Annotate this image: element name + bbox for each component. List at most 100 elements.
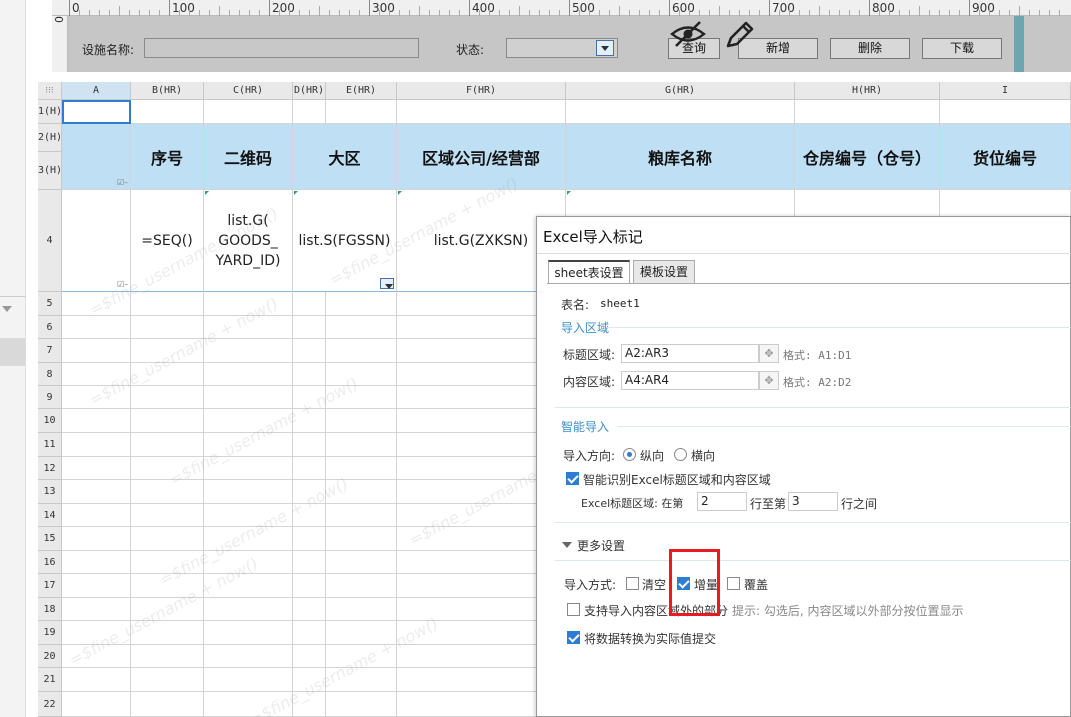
grid-cell[interactable] (326, 692, 397, 717)
grid-cell[interactable] (293, 551, 326, 574)
grid-cell[interactable] (326, 457, 397, 480)
grid-cell[interactable] (204, 692, 293, 717)
grid-cell[interactable] (204, 504, 293, 527)
grid-cell[interactable] (293, 692, 326, 717)
grid-cell[interactable] (326, 551, 397, 574)
grid-cell[interactable] (62, 292, 131, 316)
tab-template-settings[interactable]: 模板设置 (633, 260, 695, 284)
grid-cell[interactable] (795, 100, 940, 124)
grid-corner-icon[interactable]: ⁝⁝⁝ (38, 82, 62, 100)
header-cell-seq[interactable]: 序号 (131, 124, 204, 190)
grid-cell[interactable] (62, 527, 131, 551)
collapse-arrow-icon[interactable] (562, 542, 572, 548)
grid-cell[interactable] (131, 100, 204, 124)
formula-cell-seq[interactable]: =SEQ() (131, 190, 204, 292)
row-header[interactable]: 12 (38, 457, 62, 480)
delete-button[interactable]: 删除 (830, 38, 910, 59)
grid-cell[interactable] (131, 668, 204, 692)
grid-cell[interactable] (293, 598, 326, 621)
grid-cell[interactable] (326, 480, 397, 504)
grid-cell[interactable] (62, 504, 131, 527)
panel-scroll-edge[interactable] (1014, 16, 1024, 72)
row-header[interactable]: 15 (38, 527, 62, 551)
support-outside-checkbox[interactable] (567, 603, 580, 616)
grid-cell[interactable] (131, 621, 204, 645)
row-from-input[interactable]: 2 (697, 492, 747, 511)
move-icon[interactable]: ✥ (759, 344, 779, 363)
header-cell-cargo[interactable]: 货位编号 (940, 124, 1071, 190)
grid-cell[interactable] (131, 363, 204, 386)
grid-cell[interactable] (293, 645, 326, 668)
grid-cell[interactable] (326, 316, 397, 339)
convert-actual-checkbox[interactable] (567, 631, 580, 644)
grid-cell[interactable] (326, 574, 397, 598)
grid-cell[interactable] (62, 645, 131, 668)
grid-cell[interactable] (204, 574, 293, 598)
grid-cell[interactable] (204, 551, 293, 574)
grid-cell[interactable] (293, 292, 326, 316)
grid-cell[interactable] (293, 339, 326, 363)
grid-cell[interactable] (62, 668, 131, 692)
grid-cell[interactable] (131, 598, 204, 621)
grid-cell[interactable] (326, 386, 397, 409)
row-header[interactable]: 6 (38, 316, 62, 339)
grid-cell[interactable] (204, 645, 293, 668)
status-dropdown-icon[interactable] (596, 40, 614, 56)
row-header[interactable]: 13 (38, 480, 62, 504)
direction-vertical-radio[interactable] (623, 448, 636, 461)
grid-cell[interactable] (62, 100, 131, 124)
row-header[interactable]: 20 (38, 645, 62, 668)
row-header[interactable]: 1(H) (38, 100, 62, 124)
column-header[interactable]: E(HR) (326, 82, 397, 100)
grid-cell[interactable] (131, 692, 204, 717)
header-cell-company[interactable]: 区域公司/经营部 (397, 124, 566, 190)
column-header[interactable]: D(HR) (293, 82, 326, 100)
row-header[interactable]: 7 (38, 339, 62, 363)
formula-cell-region[interactable]: list.S(FGSSN) (293, 190, 397, 292)
grid-cell[interactable] (62, 433, 131, 457)
grid-cell[interactable] (326, 668, 397, 692)
grid-cell[interactable] (204, 480, 293, 504)
grid-cell[interactable] (62, 363, 131, 386)
grid-cell[interactable] (131, 574, 204, 598)
row-header[interactable]: 11 (38, 433, 62, 457)
grid-cell[interactable] (204, 457, 293, 480)
row-header[interactable]: 14 (38, 504, 62, 527)
title-area-input[interactable]: A2:AR3 (621, 344, 759, 363)
grid-cell[interactable] (62, 190, 131, 292)
grid-cell[interactable] (131, 433, 204, 457)
grid-cell[interactable] (326, 100, 397, 124)
row-header[interactable]: 22 (38, 692, 62, 717)
column-header[interactable]: C(HR) (204, 82, 293, 100)
row-header[interactable]: 2(H) (38, 124, 62, 152)
grid-cell[interactable] (62, 386, 131, 409)
direction-horizontal-radio[interactable] (674, 448, 687, 461)
move-icon[interactable]: ✥ (759, 371, 779, 390)
row-header[interactable]: 16 (38, 551, 62, 574)
grid-cell[interactable] (293, 574, 326, 598)
grid-cell[interactable] (326, 504, 397, 527)
grid-cell[interactable] (326, 292, 397, 316)
grid-cell[interactable] (326, 433, 397, 457)
grid-cell[interactable] (293, 504, 326, 527)
grid-cell[interactable] (204, 527, 293, 551)
mode-clear-checkbox[interactable] (626, 577, 639, 590)
cell-expand-icon[interactable]: ☑– (117, 178, 128, 187)
grid-cell[interactable] (326, 409, 397, 433)
device-name-input[interactable] (144, 38, 419, 58)
grid-cell[interactable] (62, 551, 131, 574)
grid-cell[interactable] (204, 316, 293, 339)
header-cell-region[interactable]: 大区 (293, 124, 397, 190)
header-cell-qrcode[interactable]: 二维码 (204, 124, 293, 190)
grid-cell[interactable] (204, 339, 293, 363)
grid-cell[interactable] (131, 527, 204, 551)
row-header[interactable]: 5 (38, 292, 62, 316)
mode-overwrite-checkbox[interactable] (727, 577, 740, 590)
grid-cell[interactable] (62, 339, 131, 363)
grid-cell[interactable] (62, 480, 131, 504)
grid-cell[interactable] (293, 457, 326, 480)
grid-cell[interactable] (62, 457, 131, 480)
grid-cell[interactable] (131, 551, 204, 574)
grid-cell[interactable] (204, 386, 293, 409)
column-header[interactable]: A (62, 82, 131, 100)
